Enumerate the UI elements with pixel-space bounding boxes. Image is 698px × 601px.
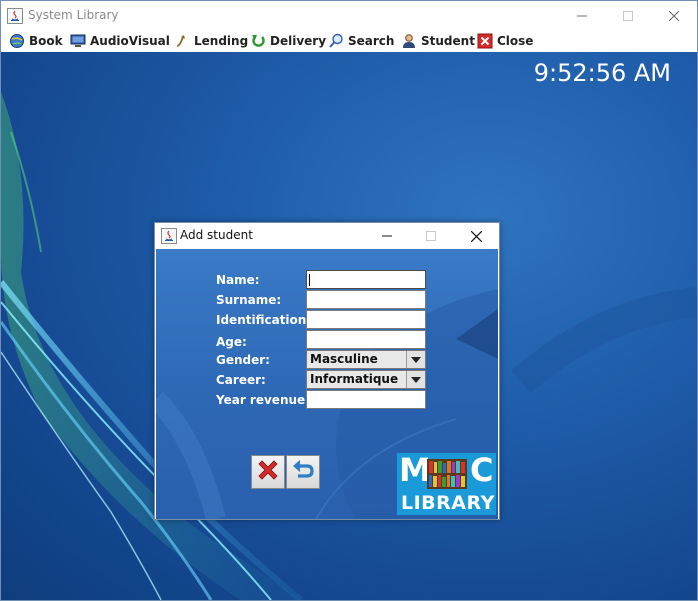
dialog-title: Add student [180,228,253,242]
age-input[interactable] [306,330,426,349]
surname-input[interactable] [306,290,426,309]
career-selected-value: Informatique [310,372,399,386]
menu-book[interactable]: Book [9,30,63,52]
menu-audiovisual-label: AudioVisual [90,34,170,48]
globe-book-icon [9,33,25,49]
dialog-body: Name: Surname: Identification: Age: Gend… [156,249,498,519]
text-caret [309,274,310,286]
red-x-icon [255,457,281,487]
undo-arrow-icon [290,457,316,487]
menu-student[interactable]: Student [401,30,475,52]
identification-input[interactable] [306,310,426,329]
year-revenue-label: Year revenue: [216,393,310,407]
titlebar[interactable]: System Library [1,1,697,31]
maximize-button[interactable] [605,1,651,31]
window-title: System Library [28,8,119,22]
menu-search[interactable]: Search [328,30,394,52]
cancel-button[interactable] [251,455,285,489]
gender-select[interactable]: Masculine [306,350,426,369]
back-button[interactable] [286,455,320,489]
menu-delivery-label: Delivery [270,34,327,48]
name-input[interactable] [306,270,426,289]
dialog-maximize-button[interactable] [409,223,453,249]
dialog-minimize-button[interactable] [365,223,409,249]
green-return-icon [250,33,266,49]
menu-book-label: Book [29,34,63,48]
logo-letter-c: C [470,451,494,489]
menu-student-label: Student [421,34,475,48]
java-app-icon [7,8,23,24]
menu-close-label: Close [497,34,534,48]
clock-display: 9:52:56 AM [533,59,671,87]
dialog-titlebar[interactable]: Add student [155,223,499,249]
gender-label: Gender: [216,353,270,367]
menu-search-label: Search [348,34,395,48]
gender-selected-value: Masculine [310,352,378,366]
minimize-button[interactable] [559,1,605,31]
name-label: Name: [216,273,260,287]
person-icon [401,33,417,49]
logo-word-library: LIBRARY [401,492,495,514]
menu-delivery[interactable]: Delivery [250,30,326,52]
magnifier-icon [328,33,344,49]
close-window-button[interactable] [651,1,697,31]
year-revenue-input[interactable] [306,390,426,409]
add-student-dialog: Add student Name: Surname: Identificatio… [154,222,500,520]
career-select[interactable]: Informatique [306,370,426,389]
menu-close[interactable]: Close [477,30,533,52]
red-x-icon [477,33,493,49]
chevron-down-icon[interactable] [406,351,425,368]
chevron-down-icon[interactable] [406,371,425,388]
arrow-curve-icon [174,33,190,49]
menu-lending[interactable]: Lending [174,30,248,52]
surname-label: Surname: [216,293,282,307]
mc-library-logo: M C LIBRARY [397,451,496,515]
java-app-icon [161,228,177,244]
dialog-close-button[interactable] [454,223,498,249]
menu-audiovisual[interactable]: AudioVisual [70,30,170,52]
menu-lending-label: Lending [194,34,249,48]
monitor-icon [70,33,86,49]
bookshelf-icon [427,459,467,489]
identification-label: Identification: [216,313,312,327]
menubar: Book AudioVisual Lending Delivery Search [1,30,697,52]
career-label: Career: [216,373,266,387]
age-label: Age: [216,335,247,349]
